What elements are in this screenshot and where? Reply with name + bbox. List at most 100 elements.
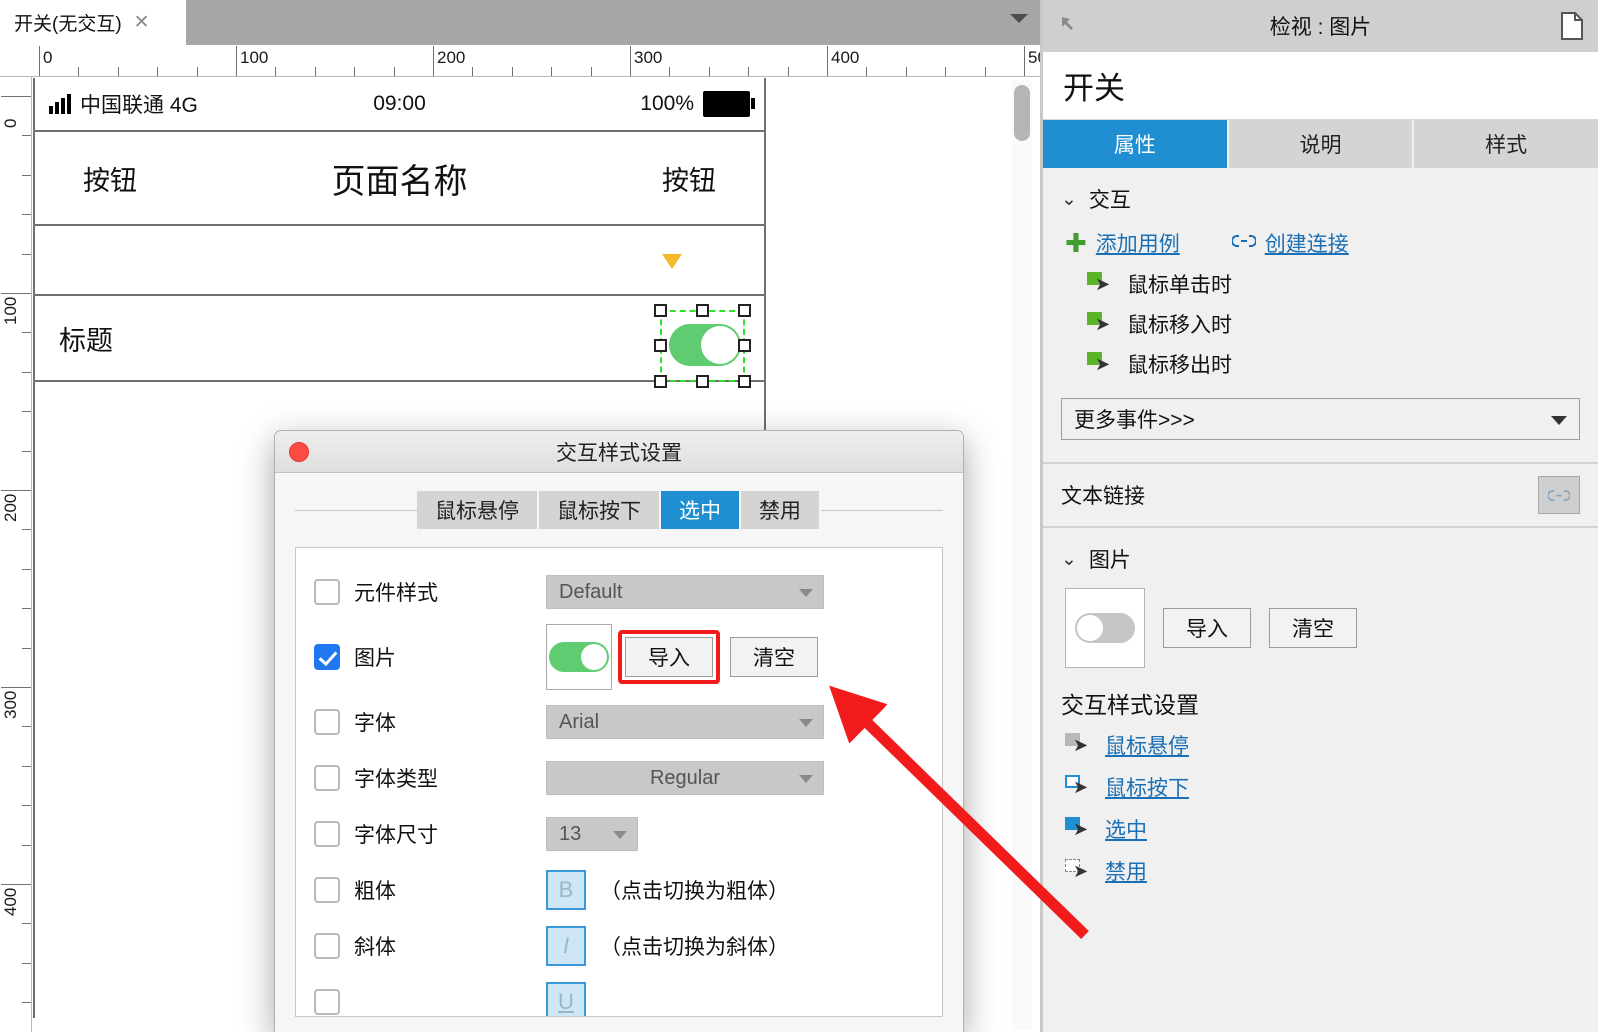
chevron-down-icon (799, 775, 813, 783)
widget-style-checkbox[interactable] (314, 579, 340, 605)
link-icon[interactable] (1538, 476, 1580, 514)
dialog-tab-hover[interactable]: 鼠标悬停 (417, 491, 537, 529)
row-underline: U (314, 974, 924, 1016)
cursor-leave-icon: ➤ (1087, 352, 1113, 376)
divider (295, 509, 417, 511)
ruler-tick (433, 46, 434, 76)
ruler-tick (157, 67, 159, 76)
import-button[interactable]: 导入 (1163, 608, 1251, 648)
font-size-checkbox[interactable] (314, 821, 340, 847)
font-size-select[interactable]: 13 (546, 817, 638, 851)
image-section-header[interactable]: ⌄ 图片 (1061, 528, 1580, 578)
event-row-click[interactable]: ➤ 鼠标单击时 (1061, 264, 1580, 304)
resize-handle-bottom-right[interactable] (738, 375, 751, 388)
interaction-style-dialog: 交互样式设置 鼠标悬停 鼠标按下 选中 禁用 元件样式 Default 图片 导… (274, 430, 964, 1032)
resize-handle-bottom-left[interactable] (654, 375, 667, 388)
resize-handle-middle-left[interactable] (654, 339, 667, 352)
cursor-mousedown-icon: ➤ (1065, 775, 1091, 799)
font-select[interactable]: Arial (546, 705, 824, 739)
dialog-close-button[interactable] (289, 442, 309, 462)
ruler-tick (275, 67, 277, 76)
collapse-arrow-icon[interactable] (1059, 14, 1079, 34)
resize-handle-bottom-center[interactable] (695, 375, 709, 388)
style-link-disabled[interactable]: ➤ 禁用 (1061, 850, 1580, 892)
dialog-tab-disabled[interactable]: 禁用 (741, 491, 819, 529)
scrollbar-thumb[interactable] (1014, 85, 1030, 141)
image-row-controls: 导入 清空 (546, 624, 818, 690)
ruler-tick (866, 67, 868, 76)
dialog-titlebar: 交互样式设置 (275, 431, 963, 473)
clear-button[interactable]: 清空 (1269, 608, 1357, 648)
widget-style-label: 元件样式 (354, 582, 438, 605)
ruler-label: 100 (1, 296, 20, 325)
chevron-down-icon (799, 589, 813, 597)
element-name-field[interactable]: 开关 (1043, 52, 1598, 120)
style-link-label: 选中 (1105, 819, 1147, 842)
interaction-section-header[interactable]: ⌄ 交互 (1061, 168, 1580, 218)
tab-notes[interactable]: 说明 (1228, 120, 1415, 168)
battery-icon (703, 91, 755, 117)
resize-handle-middle-right[interactable] (738, 339, 751, 352)
bold-label: 粗体 (354, 880, 396, 903)
font-type-select[interactable]: Regular (546, 761, 824, 795)
tab-page-switch[interactable]: 开关(无交互) ✕ (0, 0, 186, 45)
ruler-label: 200 (437, 48, 466, 67)
selection-box[interactable] (654, 304, 751, 388)
resize-handle-top-right[interactable] (738, 304, 751, 317)
footprint-marker-icon (662, 254, 682, 269)
tab-styles[interactable]: 样式 (1414, 120, 1598, 168)
font-size-value: 13 (559, 822, 582, 845)
ruler-tick (78, 67, 80, 76)
dialog-clear-button[interactable]: 清空 (730, 637, 818, 677)
widget-style-value: Default (559, 580, 623, 603)
image-checkbox[interactable] (314, 644, 340, 670)
underline-checkbox[interactable] (314, 989, 340, 1015)
bold-checkbox[interactable] (314, 877, 340, 903)
nav-right-button[interactable]: 按钮 (662, 159, 716, 198)
more-events-label: 更多事件>>> (1074, 409, 1195, 432)
page-icon[interactable] (1560, 12, 1584, 45)
resize-handle-top-center[interactable] (695, 304, 709, 317)
font-type-checkbox[interactable] (314, 765, 340, 791)
ruler-tick (22, 135, 31, 137)
ruler-label: 0 (43, 48, 53, 67)
ruler-tick (22, 1002, 31, 1004)
dialog-tab-mousedown[interactable]: 鼠标按下 (539, 491, 659, 529)
dialog-tab-selected[interactable]: 选中 (661, 491, 739, 529)
nav-left-button[interactable]: 按钮 (83, 159, 137, 198)
event-row-mouseenter[interactable]: ➤ 鼠标移入时 (1061, 304, 1580, 344)
chevron-down-icon (1551, 416, 1567, 425)
font-label: 字体 (354, 712, 396, 735)
bold-toggle-button[interactable]: B (546, 870, 586, 910)
chevron-down-icon (613, 831, 627, 839)
chevron-down-icon[interactable] (1010, 14, 1028, 23)
add-case-button[interactable]: ✚ 添加用例 (1065, 228, 1180, 258)
import-highlight-box: 导入 (618, 630, 720, 684)
text-link-label: 文本链接 (1061, 485, 1145, 508)
style-link-mousedown[interactable]: ➤ 鼠标按下 (1061, 766, 1580, 808)
underline-toggle-button[interactable]: U (546, 982, 586, 1016)
close-icon[interactable]: ✕ (134, 11, 150, 34)
image-left: 图片 (314, 642, 546, 672)
tab-properties[interactable]: 属性 (1043, 120, 1229, 168)
image-controls: 导入 清空 (1061, 578, 1580, 668)
italic-toggle-button[interactable]: I (546, 926, 586, 966)
more-events-dropdown[interactable]: 更多事件>>> (1061, 398, 1580, 440)
inspector-header: 检视 : 图片 (1043, 0, 1598, 52)
style-link-label: 禁用 (1105, 861, 1147, 884)
canvas-scrollbar[interactable] (1012, 80, 1032, 1030)
image-preview[interactable] (546, 624, 612, 690)
style-link-hover[interactable]: ➤ 鼠标悬停 (1061, 724, 1580, 766)
event-row-mouseleave[interactable]: ➤ 鼠标移出时 (1061, 344, 1580, 384)
font-checkbox[interactable] (314, 709, 340, 735)
dialog-import-button[interactable]: 导入 (625, 637, 713, 677)
phone-nav-bar: 按钮 页面名称 按钮 (35, 130, 764, 226)
image-thumbnail[interactable] (1065, 588, 1145, 668)
style-link-selected[interactable]: ➤ 选中 (1061, 808, 1580, 850)
widget-style-select[interactable]: Default (546, 575, 824, 609)
create-link-button[interactable]: 创建连接 (1230, 228, 1349, 258)
resize-handle-top-left[interactable] (654, 304, 667, 317)
ruler-tick (827, 46, 828, 76)
font-type-left: 字体类型 (314, 763, 546, 793)
italic-checkbox[interactable] (314, 933, 340, 959)
